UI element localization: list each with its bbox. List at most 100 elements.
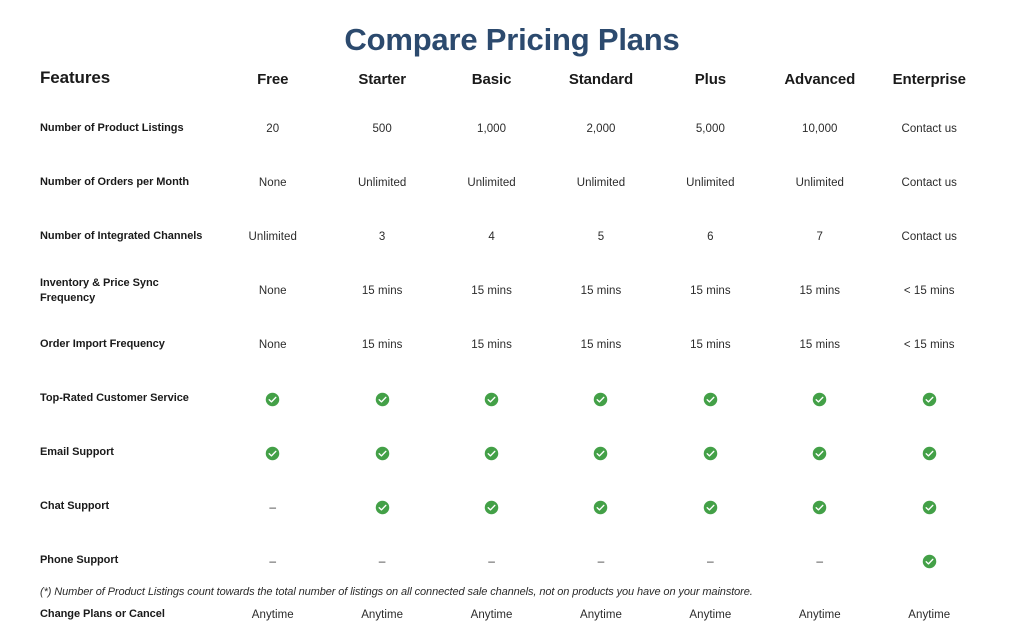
feature-value-cell: 15 mins <box>471 285 512 297</box>
feature-value-cell: Unlimited <box>467 177 516 189</box>
feature-value-cell: 20 <box>266 123 280 135</box>
feature-label: Number of Integrated Channels <box>40 230 203 243</box>
table-row: Chat Support – <box>40 480 984 534</box>
feature-included-cell <box>874 372 984 426</box>
feature-included-cell <box>327 426 436 480</box>
feature-label: Top-Rated Customer Service <box>40 392 189 405</box>
check-circle-icon <box>375 500 390 515</box>
footnote: (*) Number of Product Listings count tow… <box>40 586 753 598</box>
feature-value-cell: Unlimited <box>576 177 626 189</box>
features-column-header: Features <box>40 68 111 87</box>
plan-column-header: Starter <box>358 71 406 88</box>
check-circle-icon <box>484 392 499 407</box>
check-circle-icon <box>375 446 390 461</box>
dash-icon: – <box>269 499 277 514</box>
feature-value-cell: 1,000 <box>477 123 507 135</box>
feature-value-cell: 15 mins <box>471 339 512 351</box>
feature-value-cell: None <box>258 285 287 297</box>
feature-value-cell: Unlimited <box>795 177 844 189</box>
check-circle-icon <box>703 446 718 461</box>
feature-excluded-cell: – <box>656 534 765 588</box>
feature-excluded-cell: – <box>546 534 655 588</box>
table-row: Number of Integrated Channels Unlimited 3 4… <box>40 210 984 264</box>
dash-icon: – <box>816 553 824 568</box>
feature-included-cell <box>656 426 765 480</box>
feature-label: Inventory & Price Sync Frequency <box>40 276 159 305</box>
table-row: Order Import Frequency None 15 mins 15 mins… <box>40 318 984 372</box>
feature-label: Phone Support <box>40 554 119 567</box>
table-header: Features Free Starter Basic Standard Plus Adv… <box>40 68 984 102</box>
feature-value-cell: 2,000 <box>586 123 616 135</box>
feature-value-cell: 500 <box>372 123 392 135</box>
feature-label: Number of Product Listings <box>40 122 184 135</box>
check-circle-icon <box>703 500 718 515</box>
feature-value-cell: None <box>258 177 287 189</box>
feature-label: Order Import Frequency <box>40 338 165 351</box>
feature-value-cell: 10,000 <box>802 123 838 135</box>
plan-column-header: Enterprise <box>892 71 966 88</box>
feature-value-cell: Anytime <box>798 609 841 621</box>
dash-icon: – <box>597 553 605 568</box>
feature-excluded-cell: – <box>327 534 436 588</box>
feature-value-cell: < 15 mins <box>903 339 955 351</box>
table-row: Email Support <box>40 426 984 480</box>
check-circle-icon <box>812 446 827 461</box>
check-circle-icon <box>265 446 280 461</box>
feature-value-cell: 15 mins <box>361 285 403 297</box>
feature-value-cell: Unlimited <box>248 231 297 243</box>
feature-value-cell: Contact us <box>901 177 957 189</box>
check-circle-icon <box>703 392 718 407</box>
check-circle-icon <box>484 500 499 515</box>
header-row: Features Free Starter Basic Standard Plus Adv… <box>40 68 984 102</box>
check-circle-icon <box>922 554 937 569</box>
feature-label: Email Support <box>40 446 114 459</box>
feature-included-cell <box>437 372 546 426</box>
dash-icon: – <box>269 553 277 568</box>
feature-excluded-cell: – <box>765 534 874 588</box>
plan-column-header: Basic <box>471 71 512 88</box>
feature-value-cell: 15 mins <box>799 339 841 351</box>
dash-icon: – <box>707 553 714 568</box>
feature-included-cell <box>437 480 546 534</box>
plan-column-header: Free <box>257 71 289 88</box>
feature-value-cell: 15 mins <box>690 285 731 297</box>
check-circle-icon <box>484 446 499 461</box>
table-row: Inventory & Price Sync Frequency None 15 m… <box>40 264 984 318</box>
feature-included-cell <box>437 426 546 480</box>
feature-value-cell: 15 mins <box>690 339 731 351</box>
check-circle-icon <box>593 500 608 515</box>
feature-value-cell: 7 <box>816 231 823 243</box>
feature-included-cell <box>656 480 765 534</box>
table-row: Phone Support – – – – – – <box>40 534 984 588</box>
feature-included-cell <box>874 534 984 588</box>
feature-included-cell <box>765 480 874 534</box>
dash-icon: – <box>378 553 386 568</box>
check-circle-icon <box>922 392 937 407</box>
table-row: Top-Rated Customer Service <box>40 372 984 426</box>
check-circle-icon <box>922 500 937 515</box>
check-circle-icon <box>812 500 827 515</box>
plan-column-header: Advanced <box>784 71 856 88</box>
feature-label: Chat Support <box>40 500 110 513</box>
pricing-comparison-table: Features Free Starter Basic Standard Plus Adv… <box>40 68 984 642</box>
feature-included-cell <box>546 480 655 534</box>
feature-value-cell: None <box>258 339 287 351</box>
table-row: Number of Product Listings 20 500 1,000 2,00… <box>40 102 984 156</box>
feature-value-cell: 5 <box>597 231 605 243</box>
plan-column-header: Plus <box>694 71 727 88</box>
check-circle-icon <box>922 446 937 461</box>
feature-included-cell <box>874 426 984 480</box>
feature-included-cell <box>218 372 327 426</box>
feature-value-cell: 15 mins <box>361 339 403 351</box>
dash-icon: – <box>488 553 495 568</box>
feature-included-cell <box>327 480 436 534</box>
check-circle-icon <box>593 446 608 461</box>
feature-included-cell <box>765 372 874 426</box>
feature-excluded-cell: – <box>218 534 327 588</box>
feature-excluded-cell: – <box>437 534 546 588</box>
feature-value-cell: 15 mins <box>580 339 622 351</box>
feature-value-cell: < 15 mins <box>903 285 955 297</box>
table-body: Number of Product Listings 20 500 1,000 2,00… <box>40 102 984 642</box>
feature-included-cell <box>546 372 655 426</box>
feature-value-cell: 15 mins <box>799 285 841 297</box>
